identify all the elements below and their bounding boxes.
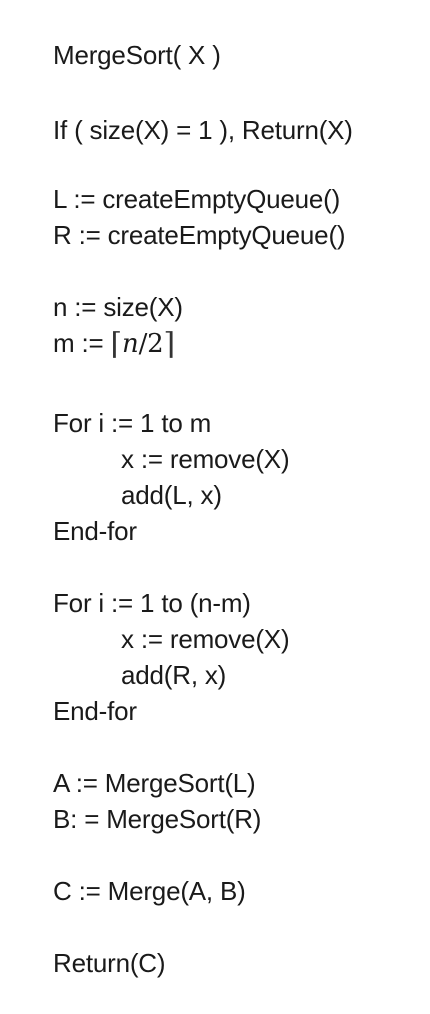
ceil-close-symbol: ⌉ [163, 327, 175, 362]
loop2-body-add-line: add(R, x) [121, 660, 227, 690]
ceil-expr-slash: / [138, 329, 148, 359]
loop2-end-line: End-for [53, 696, 137, 726]
m-assign-prefix: m := [53, 328, 111, 358]
function-header: MergeSort( X ) [53, 40, 221, 70]
merge-line: C := Merge(A, B) [53, 876, 246, 906]
pseudocode-document: MergeSort( X ) If ( size(X) = 1 ), Retur… [0, 0, 430, 1014]
m-assign-line: m := ⌈n/2⌉ [53, 327, 176, 362]
return-line: Return(C) [53, 948, 166, 978]
ceil-expr-n: n [122, 329, 139, 359]
loop1-body-remove-line: x := remove(X) [121, 444, 290, 474]
loop2-body-remove-line: x := remove(X) [121, 624, 290, 654]
loop1-head-line: For i := 1 to m [53, 408, 212, 438]
loop2-head-line: For i := 1 to (n-m) [53, 588, 251, 618]
base-case-line: If ( size(X) = 1 ), Return(X) [53, 115, 353, 145]
recurse-b-line: B: = MergeSort(R) [53, 804, 262, 834]
recurse-a-line: A := MergeSort(L) [53, 768, 256, 798]
ceil-expr-2: 2 [147, 329, 164, 359]
loop1-body-add-line: add(L, x) [121, 480, 222, 510]
loop1-end-line: End-for [53, 516, 137, 546]
n-assign-line: n := size(X) [53, 292, 183, 322]
ceil-open-symbol: ⌈ [110, 327, 123, 362]
init-left-queue-line: L := createEmptyQueue() [53, 184, 341, 214]
ceil-expression: ⌈n/2⌉ [110, 327, 176, 362]
init-right-queue-line: R := createEmptyQueue() [53, 220, 346, 250]
